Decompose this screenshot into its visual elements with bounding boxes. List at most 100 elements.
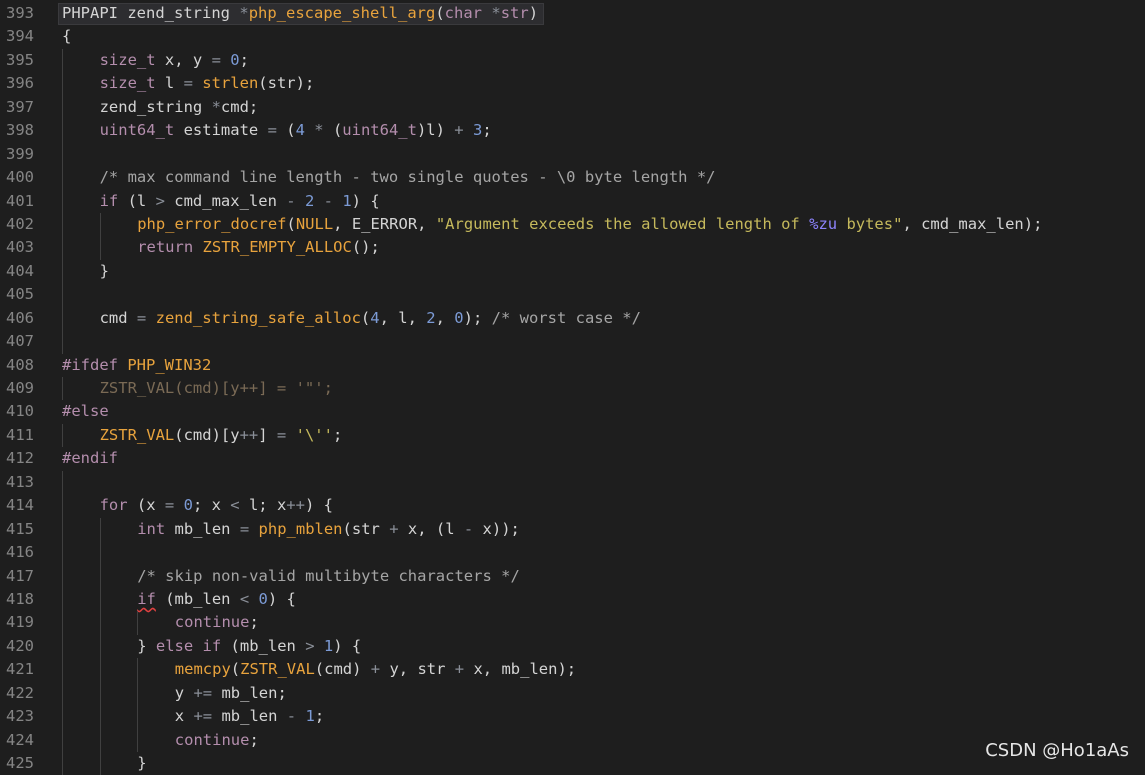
- code-token: ) {: [333, 636, 362, 655]
- code-line[interactable]: 409 ZSTR_VAL(cmd)[y++] = '"';: [0, 377, 1145, 401]
- code-line[interactable]: 413: [0, 470, 1145, 495]
- line-number: 401: [6, 191, 34, 210]
- code-token: =: [211, 50, 221, 69]
- code-line[interactable]: 414 for (x = 0; x < l; x++) {: [0, 494, 1145, 518]
- code-line[interactable]: 422 y += mb_len;: [0, 681, 1145, 706]
- code-line[interactable]: 405: [0, 283, 1145, 307]
- code-line[interactable]: 401 if (l > cmd_max_len - 2 - 1) {: [0, 189, 1145, 213]
- code-line[interactable]: 423 x += mb_len - 1;: [0, 705, 1145, 729]
- code-token: *: [491, 4, 501, 22]
- code-line[interactable]: 395 size_t x, y = 0;: [0, 48, 1145, 73]
- code-text: size_t x, y = 0;: [100, 49, 249, 72]
- code-line[interactable]: 400 /* max command line length - two sing…: [0, 166, 1145, 190]
- code-line[interactable]: 399: [0, 142, 1145, 167]
- indent-guide: [99, 517, 101, 542]
- code-line[interactable]: 424 continue;: [0, 728, 1145, 752]
- code-token: mb_len;: [212, 683, 287, 702]
- code-line[interactable]: 397 zend_string *cmd;: [0, 95, 1145, 120]
- code-token: php_mblen: [258, 519, 343, 538]
- indent-guide: [62, 212, 63, 237]
- code-text: ZSTR_VAL(cmd)[y++] = '"';: [100, 377, 333, 400]
- code-token: PHP_WIN32: [127, 355, 212, 374]
- code-line[interactable]: 407: [0, 330, 1145, 354]
- code-token: for: [99, 496, 128, 515]
- code-text: return ZSTR_EMPTY_ALLOC();: [137, 236, 380, 259]
- line-number: 420: [6, 636, 34, 655]
- code-line[interactable]: 416: [0, 541, 1145, 565]
- indent-guide: [62, 423, 63, 448]
- code-token: ;: [239, 50, 249, 69]
- code-token: x, y: [155, 50, 212, 69]
- code-line[interactable]: 398 uint64_t estimate = (4 * (uint64_t)l)…: [0, 119, 1145, 143]
- code-token: >: [305, 636, 315, 655]
- code-line[interactable]: 420} else if (mb_len > 1) {: [0, 634, 1145, 659]
- code-token: ();: [351, 238, 380, 257]
- indent-guide: [62, 377, 63, 401]
- code-line[interactable]: 402 php_error_docref(NULL, E_ERROR, "Argu…: [0, 212, 1145, 237]
- indent-guide: [99, 236, 101, 260]
- code-line[interactable]: 418 if (mb_len < 0) {: [0, 587, 1145, 612]
- line-number: 397: [6, 97, 34, 116]
- code-line[interactable]: 408 #ifdef PHP_WIN32: [0, 354, 1145, 377]
- code-line[interactable]: 410 #else: [0, 400, 1145, 423]
- code-token: , cmd_max_len);: [902, 214, 1043, 233]
- line-number: 396: [6, 74, 34, 93]
- code-text: /* max command line length - two single …: [100, 166, 716, 189]
- code-token: 0: [183, 496, 193, 515]
- code-line[interactable]: 394 {: [0, 25, 1145, 48]
- code-token: bytes": [837, 214, 903, 233]
- code-token: +: [454, 660, 465, 679]
- code-token: >: [155, 191, 165, 210]
- code-line[interactable]: 425}: [0, 752, 1145, 775]
- code-token: (str: [342, 519, 390, 538]
- code-text: }: [100, 260, 109, 283]
- code-token: , l,: [379, 308, 427, 327]
- code-line[interactable]: 411 ZSTR_VAL(cmd)[y++] = '\'';: [0, 423, 1145, 448]
- indent-guide: [99, 541, 101, 565]
- code-line[interactable]: 393 PHPAPI zend_string *php_escape_shell_…: [0, 2, 1145, 25]
- code-token: =: [276, 425, 287, 444]
- code-token: x: [174, 707, 194, 726]
- code-token: return: [137, 238, 194, 257]
- code-token: str: [500, 4, 529, 22]
- code-line[interactable]: 403 return ZSTR_EMPTY_ALLOC();: [0, 236, 1145, 260]
- code-line[interactable]: 417 /* skip non-valid multibyte character…: [0, 564, 1145, 588]
- code-token: =: [239, 519, 250, 538]
- code-token: )l): [416, 121, 455, 140]
- code-token: ZSTR_VAL: [99, 379, 175, 397]
- code-token: (cmd)[y: [174, 379, 240, 397]
- code-line[interactable]: 421 memcpy(ZSTR_VAL(cmd) + y, str + x, mb…: [0, 658, 1145, 682]
- watermark: CSDN @Ho1aAs: [985, 740, 1129, 761]
- code-line[interactable]: 406 cmd = zend_string_safe_alloc(4, l, 2,…: [0, 306, 1145, 331]
- code-line[interactable]: 396 size_t l = strlen(str);: [0, 72, 1145, 96]
- line-number: 419: [6, 613, 34, 632]
- code-token: 1: [305, 707, 315, 726]
- code-token: /* worst case */: [491, 308, 641, 327]
- line-number: 405: [6, 285, 34, 304]
- code-text: for (x = 0; x < l; x++) {: [100, 494, 333, 517]
- code-token: -: [286, 707, 297, 726]
- code-token: (: [286, 214, 296, 233]
- code-line[interactable]: 415 int mb_len = php_mblen(str + x, (l - …: [0, 517, 1145, 542]
- code-token: (: [435, 4, 445, 22]
- code-token: *: [239, 4, 249, 22]
- code-token: +: [454, 121, 464, 140]
- indent-guide: [62, 564, 63, 588]
- code-token: 1: [342, 191, 352, 210]
- line-number: 402: [6, 214, 34, 233]
- code-token: ) {: [267, 589, 296, 608]
- code-token: if: [202, 636, 222, 655]
- code-line[interactable]: 419 continue;: [0, 611, 1145, 635]
- line-number: 399: [6, 144, 34, 163]
- code-token: zend_string: [99, 97, 212, 116]
- code-line[interactable]: 412 #endif: [0, 447, 1145, 470]
- code-token: ;: [314, 707, 325, 726]
- code-line[interactable]: 404}: [0, 259, 1145, 284]
- code-editor[interactable]: 393 PHPAPI zend_string *php_escape_shell_…: [0, 2, 1145, 775]
- code-token: ]: [258, 425, 277, 444]
